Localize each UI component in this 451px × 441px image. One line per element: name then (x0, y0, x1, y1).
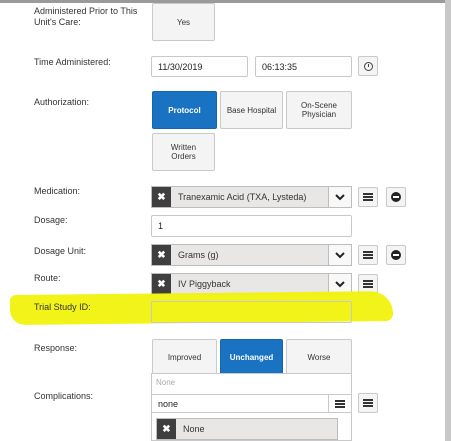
dosage-unit-remove-button[interactable] (386, 245, 406, 265)
scrollbar[interactable] (445, 0, 451, 441)
time-administered-label: Time Administered: (34, 57, 111, 67)
response-worse-button[interactable]: Worse (286, 339, 352, 375)
complications-selected-tag[interactable]: ✖ None (156, 418, 338, 440)
authorization-label: Authorization: (34, 97, 90, 107)
chevron-down-icon[interactable] (328, 187, 351, 207)
complications-search-input[interactable]: none (152, 399, 328, 409)
complications-list-button[interactable] (358, 393, 378, 413)
route-value: IV Piggyback (178, 279, 231, 289)
complications-placeholder: None (156, 378, 176, 387)
response-improved-button[interactable]: Improved (152, 339, 217, 375)
hamburger-icon[interactable] (328, 395, 351, 412)
minus-circle-icon (391, 250, 401, 260)
complications-dropdown[interactable]: None none ✖ None (151, 373, 352, 441)
route-label: Route: (34, 273, 61, 283)
authorization-written-orders-button[interactable]: Written Orders (152, 133, 215, 171)
medication-list-button[interactable] (358, 187, 378, 207)
authorization-base-hospital-button[interactable]: Base Hospital (220, 91, 283, 129)
complications-search-row[interactable]: none (152, 394, 351, 413)
response-unchanged-button[interactable]: Unchanged (220, 339, 283, 375)
set-current-time-button[interactable] (358, 56, 378, 76)
dosage-unit-select[interactable]: ✖ Grams (g) (151, 244, 352, 266)
window-top-edge (0, 0, 451, 3)
date-input[interactable]: 11/30/2019 (151, 56, 248, 77)
medication-label: Medication: (34, 186, 81, 196)
dosage-unit-value: Grams (g) (178, 250, 219, 260)
complications-tag-value: None (183, 424, 205, 434)
dosage-input[interactable]: 1 (151, 215, 352, 237)
dosage-label: Dosage: (34, 215, 68, 225)
clear-x-icon[interactable]: ✖ (157, 419, 176, 439)
authorization-protocol-button[interactable]: Protocol (152, 91, 217, 129)
dosage-unit-label: Dosage Unit: (34, 246, 87, 256)
minus-circle-icon (391, 192, 401, 202)
complications-label: Complications: (34, 391, 94, 401)
list-icon (363, 193, 373, 201)
trial-study-id-input[interactable] (151, 301, 352, 323)
list-icon (363, 280, 373, 288)
trial-study-id-label: Trial Study ID: (34, 302, 91, 312)
authorization-on-scene-physician-button[interactable]: On-Scene Physician (286, 91, 352, 129)
clear-x-icon[interactable]: ✖ (152, 245, 171, 265)
clear-x-icon[interactable]: ✖ (152, 274, 171, 294)
dosage-unit-list-button[interactable] (358, 245, 378, 265)
administered-prior-label: Administered Prior to This Unit's Care: (34, 6, 138, 27)
list-icon (363, 251, 373, 259)
administered-prior-yes-button[interactable]: Yes (152, 3, 215, 41)
clock-icon (363, 61, 373, 71)
chevron-down-icon[interactable] (328, 245, 351, 265)
medication-remove-button[interactable] (386, 187, 406, 207)
response-label: Response: (34, 343, 78, 353)
clear-x-icon[interactable]: ✖ (152, 187, 171, 207)
medication-value: Tranexamic Acid (TXA, Lysteda) (178, 192, 307, 202)
list-icon (363, 399, 373, 407)
medication-select[interactable]: ✖ Tranexamic Acid (TXA, Lysteda) (151, 186, 352, 208)
time-input[interactable]: 06:13:35 (255, 56, 352, 77)
